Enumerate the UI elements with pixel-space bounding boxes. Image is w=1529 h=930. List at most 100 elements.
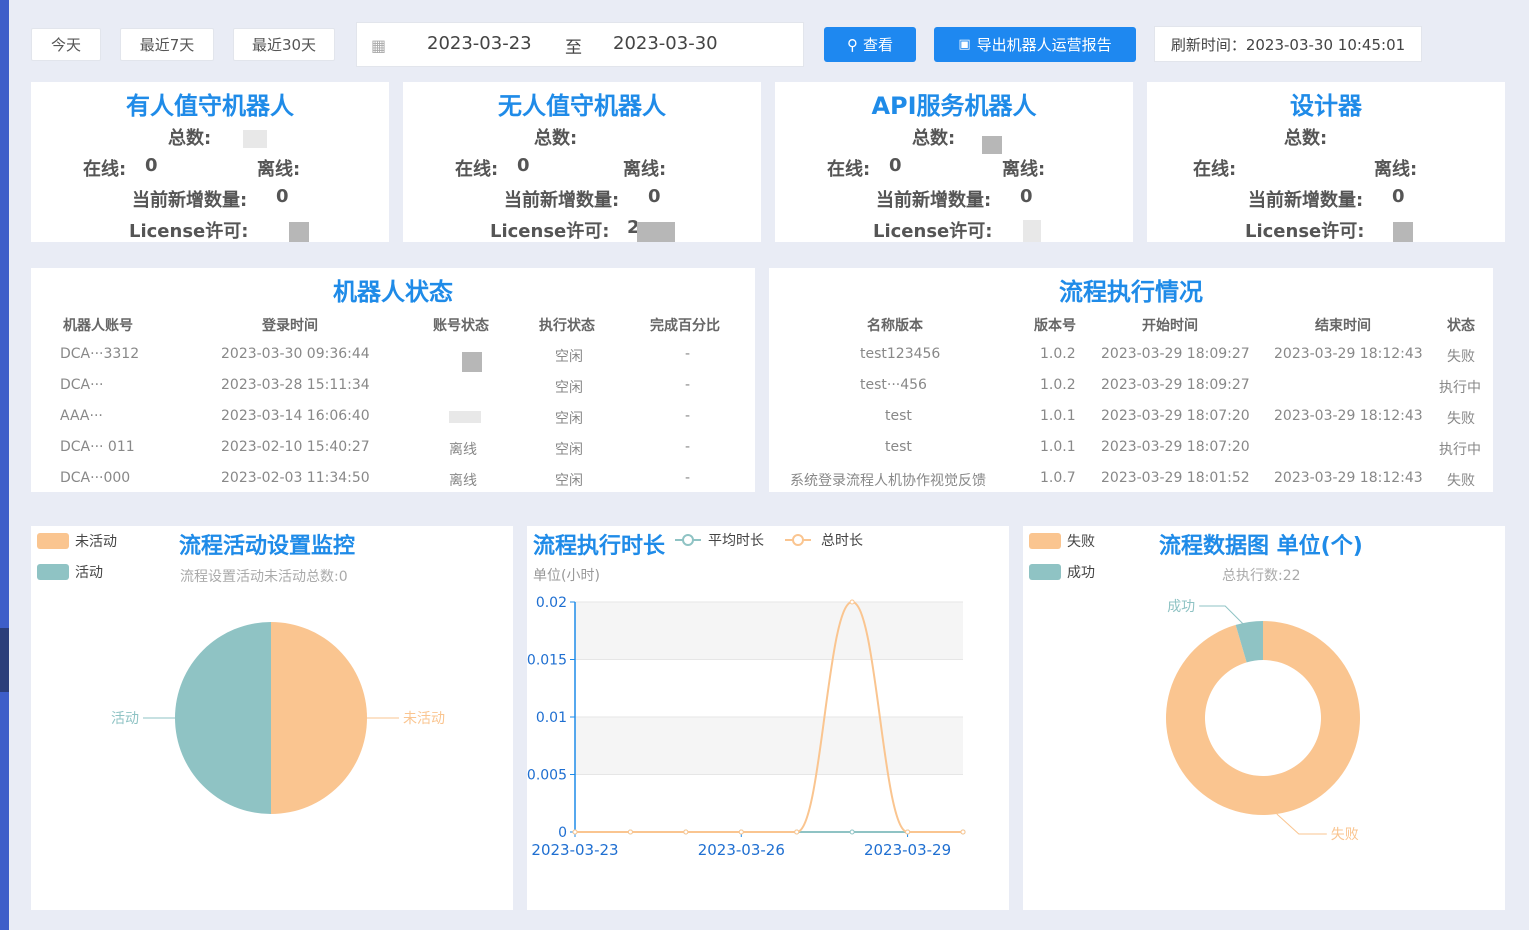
activity-monitor-panel: 未活动 活动 流程活动设置监控 流程设置活动未活动总数:0 未活动 活动 bbox=[31, 526, 513, 910]
pie-slice-未活动 bbox=[271, 622, 367, 814]
process-exec-panel: 流程执行情况 名称版本 版本号 开始时间 结束时间 状态 test123456 … bbox=[769, 268, 1493, 492]
query-button-label: 查看 bbox=[862, 36, 893, 54]
table-cell: DCA··· bbox=[60, 377, 104, 393]
redacted-value bbox=[1393, 222, 1413, 242]
table-cell: DCA··· 011 bbox=[60, 439, 135, 455]
panel-title: 机器人状态 bbox=[333, 278, 453, 306]
table-cell: 2023-03-29 18:09:27 bbox=[1101, 377, 1250, 393]
redacted-value bbox=[637, 222, 675, 242]
table-cell: DCA···3312 bbox=[60, 346, 140, 362]
table-cell: 2023-03-29 18:12:43 bbox=[1274, 470, 1423, 486]
table-cell: - bbox=[685, 439, 691, 455]
pie-label: 活动 bbox=[111, 711, 139, 727]
table-cell: test123456 bbox=[860, 346, 941, 362]
new-count-label: 当前新增数量: bbox=[1248, 190, 1364, 211]
table-cell: 1.0.7 bbox=[1040, 470, 1076, 486]
grid-band bbox=[575, 774, 963, 832]
date-end[interactable]: 2023-03-30 bbox=[613, 33, 718, 54]
col-header: 登录时间 bbox=[262, 318, 318, 334]
donut-label: 成功 bbox=[1167, 599, 1195, 615]
query-button[interactable]: ⚲ 查看 bbox=[824, 27, 916, 62]
y-tick-label: 0.005 bbox=[527, 768, 567, 784]
table-cell: 失败 bbox=[1447, 473, 1475, 489]
new-count-value: 0 bbox=[648, 186, 661, 207]
x-tick-label: 2023-03-29 bbox=[864, 841, 951, 859]
search-icon: ⚲ bbox=[846, 35, 858, 54]
today-button[interactable]: 今天 bbox=[31, 28, 101, 61]
col-header: 名称版本 bbox=[867, 318, 923, 334]
col-header: 结束时间 bbox=[1315, 318, 1371, 334]
table-cell: AAA··· bbox=[60, 408, 103, 424]
new-count-value: 0 bbox=[276, 186, 289, 207]
table-cell: 离线 bbox=[449, 473, 477, 489]
last-7-days-button[interactable]: 最近7天 bbox=[120, 28, 214, 61]
y-tick-label: 0.015 bbox=[527, 653, 567, 669]
donut-label: 失败 bbox=[1331, 827, 1359, 843]
stat-card-unattended: 无人值守机器人 总数: 在线: 0 离线: 当前新增数量: 0 License许… bbox=[403, 82, 761, 242]
table-cell: test bbox=[885, 439, 912, 455]
left-scroll-indicator[interactable] bbox=[0, 628, 9, 692]
table-cell: - bbox=[685, 408, 691, 424]
table-cell: 系统登录流程人机协作视觉反馈 bbox=[790, 473, 986, 489]
redacted-value bbox=[449, 411, 481, 423]
date-range-picker[interactable]: ▦ 2023-03-23 至 2023-03-30 bbox=[356, 22, 804, 67]
col-header: 机器人账号 bbox=[63, 318, 133, 334]
table-cell: 2023-02-03 11:34:50 bbox=[221, 470, 370, 486]
donut-label-line bbox=[1276, 813, 1327, 835]
series-point bbox=[849, 829, 855, 835]
printer-icon: ▣ bbox=[958, 37, 971, 52]
refresh-time: 刷新时间：2023-03-30 10:45:01 bbox=[1154, 26, 1422, 62]
series-point bbox=[794, 829, 800, 835]
offline-label: 离线: bbox=[1374, 159, 1418, 180]
process-data-donut: 成功失败 bbox=[1166, 599, 1360, 843]
table-cell: 2023-03-29 18:12:43 bbox=[1274, 346, 1423, 362]
col-header: 账号状态 bbox=[433, 318, 489, 334]
card-title: 无人值守机器人 bbox=[498, 92, 666, 120]
redacted-value bbox=[1023, 220, 1041, 242]
offline-label: 离线: bbox=[1002, 159, 1046, 180]
total-label: 总数: bbox=[1284, 128, 1328, 149]
table-cell: - bbox=[685, 470, 691, 486]
col-header: 执行状态 bbox=[539, 318, 595, 334]
license-label: License许可: bbox=[129, 221, 249, 242]
date-start[interactable]: 2023-03-23 bbox=[427, 33, 532, 54]
table-cell: 2023-03-28 15:11:34 bbox=[221, 377, 370, 393]
table-cell: 失败 bbox=[1447, 411, 1475, 427]
online-value: 0 bbox=[889, 155, 902, 176]
online-label: 在线: bbox=[1193, 159, 1237, 180]
series-point bbox=[738, 829, 744, 835]
new-count-label: 当前新增数量: bbox=[504, 190, 620, 211]
robot-status-panel: 机器人状态 机器人账号 登录时间 账号状态 执行状态 完成百分比 DCA···3… bbox=[31, 268, 755, 492]
pie-slice-活动 bbox=[175, 622, 271, 814]
stat-card-designer: 设计器 总数: 在线: 离线: 当前新增数量: 0 License许可: bbox=[1147, 82, 1505, 242]
table-cell: 1.0.2 bbox=[1040, 377, 1076, 393]
online-label: 在线: bbox=[455, 159, 499, 180]
table-cell: 空闲 bbox=[555, 380, 583, 396]
pie-label: 未活动 bbox=[403, 711, 445, 727]
table-cell: 空闲 bbox=[555, 411, 583, 427]
table-cell: 2023-02-10 15:40:27 bbox=[221, 439, 370, 455]
last-30-days-button[interactable]: 最近30天 bbox=[233, 28, 335, 61]
col-header: 开始时间 bbox=[1142, 318, 1198, 334]
table-cell: 1.0.2 bbox=[1040, 346, 1076, 362]
redacted-value bbox=[462, 352, 482, 372]
y-tick-label: 0.02 bbox=[536, 595, 567, 611]
duration-panel: 流程执行时长 平均时长 总时长 单位(小时) 0 0.005 0.01 0.015 0.… bbox=[527, 526, 1009, 910]
table-cell: - bbox=[685, 346, 691, 362]
export-report-button[interactable]: ▣ 导出机器人运营报告 bbox=[934, 27, 1136, 62]
table-cell: 1.0.1 bbox=[1040, 439, 1076, 455]
col-header: 版本号 bbox=[1034, 318, 1076, 334]
new-count-label: 当前新增数量: bbox=[132, 190, 248, 211]
new-count-label: 当前新增数量: bbox=[876, 190, 992, 211]
table-cell: 1.0.1 bbox=[1040, 408, 1076, 424]
online-value: 0 bbox=[145, 155, 158, 176]
new-count-value: 0 bbox=[1020, 186, 1033, 207]
table-cell: 空闲 bbox=[555, 349, 583, 365]
online-label: 在线: bbox=[827, 159, 871, 180]
online-value: 0 bbox=[517, 155, 530, 176]
redacted-value bbox=[243, 130, 267, 148]
series-point bbox=[683, 829, 689, 835]
export-button-label: 导出机器人运营报告 bbox=[976, 36, 1112, 54]
table-cell: 执行中 bbox=[1439, 380, 1481, 396]
card-title: API服务机器人 bbox=[871, 92, 1037, 120]
